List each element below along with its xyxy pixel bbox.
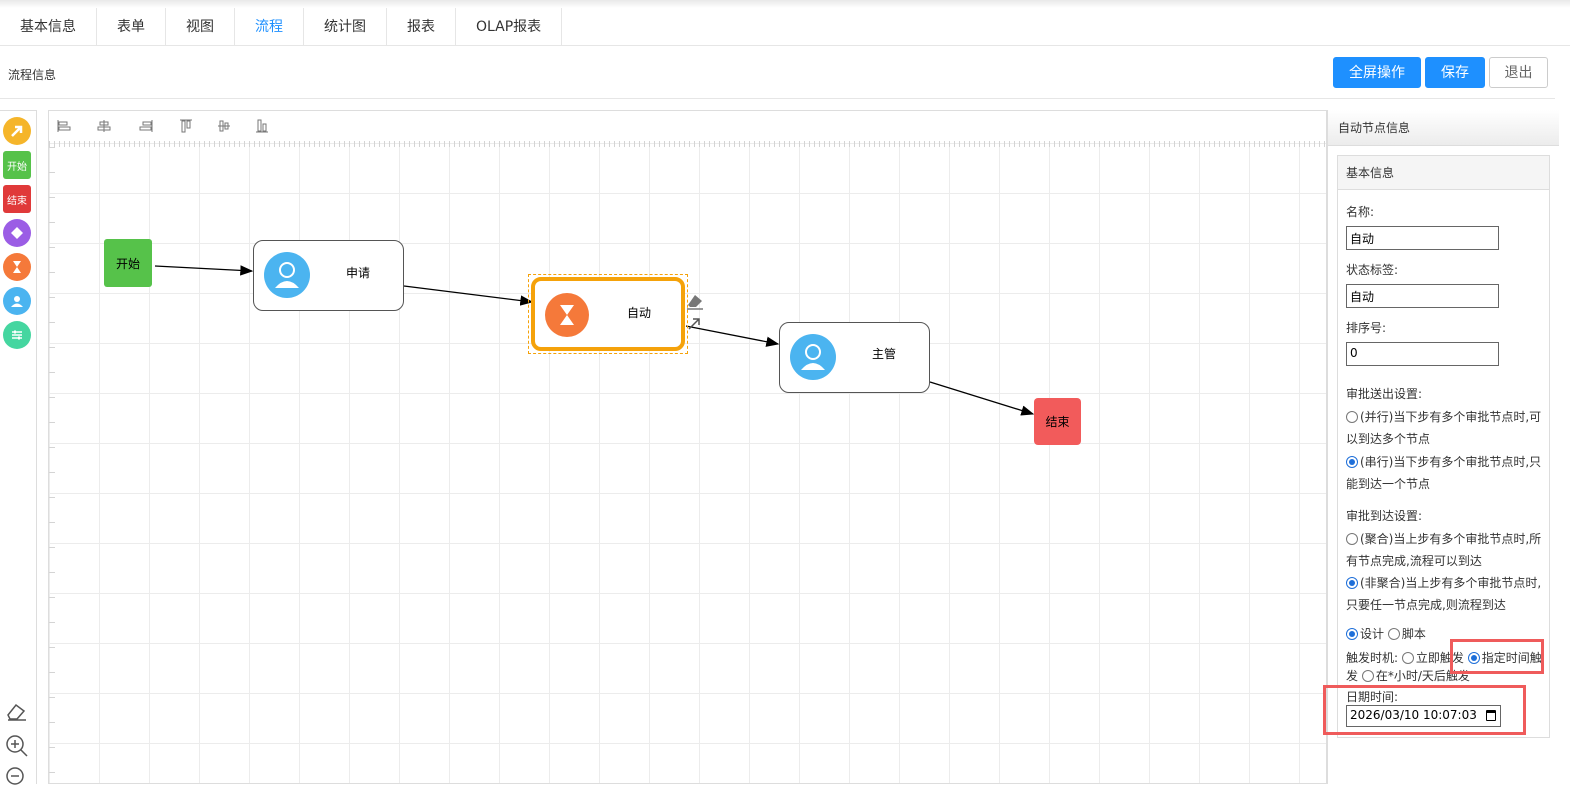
radio-trigger-now[interactable] [1401,652,1414,664]
user-node-tool-icon[interactable] [3,287,31,315]
highlight-box-trigger [1450,639,1544,674]
send-option-parallel[interactable]: (并行)当下步有多个审批节点时,可以到达多个节点 [1346,406,1546,450]
arrive-option-merge[interactable]: (聚合)当上步有多个审批节点时,所有节点完成,流程可以到达 [1346,528,1546,572]
flow-canvas[interactable]: 开始 申请 自动 主管 结束 [48,110,1327,784]
arrow-tool-icon[interactable] [3,117,31,145]
status-label: 状态标签: [1346,263,1399,277]
auto-node-label: 自动 [627,306,652,320]
tab-chart[interactable]: 统计图 [304,8,387,46]
tab-olap-report[interactable]: OLAP报表 [456,8,563,46]
manager-node-label: 主管 [872,347,897,361]
subprocess-tool-icon[interactable] [3,321,31,349]
user-icon [790,334,836,380]
gateway-tool-icon[interactable] [3,219,31,247]
panel-title: 自动节点信息 [1328,110,1559,146]
radio-nonmerge[interactable] [1346,577,1358,589]
zoom-out-icon[interactable] [4,765,30,785]
edge-apply-auto[interactable] [403,285,534,306]
auto-node[interactable]: 自动 [531,277,685,351]
zoom-in-icon[interactable] [4,733,30,759]
name-label: 名称: [1346,205,1375,219]
node-properties-panel: 自动节点信息 基本信息 名称: 自动 状态标签: 自动 排序号: 0 审批送出设… [1327,110,1559,784]
end-node-tool[interactable]: 结束 [3,185,31,213]
page-title: 流程信息 [8,68,57,82]
user-icon [264,252,310,298]
order-label: 排序号: [1346,321,1387,335]
send-setting-title: 审批送出设置: [1346,387,1423,401]
start-node[interactable]: 开始 [104,239,152,287]
order-input[interactable]: 0 [1346,342,1499,366]
top-shadow [0,0,1570,8]
radio-design[interactable] [1346,628,1358,640]
eraser-icon[interactable] [4,701,30,723]
name-input[interactable]: 自动 [1346,226,1499,250]
save-button[interactable]: 保存 [1425,57,1485,88]
tab-bar: 基本信息 表单 视图 流程 统计图 报表 OLAP报表 [0,8,1570,46]
fullscreen-button[interactable]: 全屏操作 [1333,57,1421,88]
end-node[interactable]: 结束 [1034,398,1081,445]
apply-node-label: 申请 [346,266,371,280]
divider [0,98,1555,99]
radio-trigger-after[interactable] [1361,670,1374,682]
section-title: 基本信息 [1338,156,1549,190]
tab-basic-info[interactable]: 基本信息 [0,8,97,46]
connector-layer [154,265,1035,416]
start-node-tool[interactable]: 开始 [3,151,31,179]
arrive-option-nonmerge[interactable]: (非聚合)当上步有多个审批节点时,只要任一节点完成,则流程到达 [1346,572,1546,616]
radio-serial[interactable] [1346,456,1358,468]
edge-start-apply[interactable] [154,265,254,276]
manager-node[interactable]: 主管 [779,322,930,393]
radio-parallel[interactable] [1346,411,1358,423]
highlight-box-datetime [1323,685,1526,735]
radio-merge[interactable] [1346,533,1358,545]
tab-report[interactable]: 报表 [387,8,456,46]
tab-flow[interactable]: 流程 [235,8,304,46]
status-input[interactable]: 自动 [1346,284,1499,308]
exit-button[interactable]: 退出 [1489,57,1548,88]
node-palette: 开始 结束 [0,110,37,785]
apply-node[interactable]: 申请 [253,240,404,311]
arrive-setting-title: 审批到达设置: [1346,509,1423,523]
auto-node-tool-icon[interactable] [3,253,31,281]
node-quick-tools[interactable] [685,291,705,331]
edge-manager-end[interactable] [929,381,1035,416]
hourglass-icon [545,293,589,337]
tab-form[interactable]: 表单 [97,8,166,46]
radio-script[interactable] [1387,628,1400,640]
send-option-serial[interactable]: (串行)当下步有多个审批节点时,只能到达一个节点 [1346,451,1546,495]
tab-view[interactable]: 视图 [166,8,235,46]
